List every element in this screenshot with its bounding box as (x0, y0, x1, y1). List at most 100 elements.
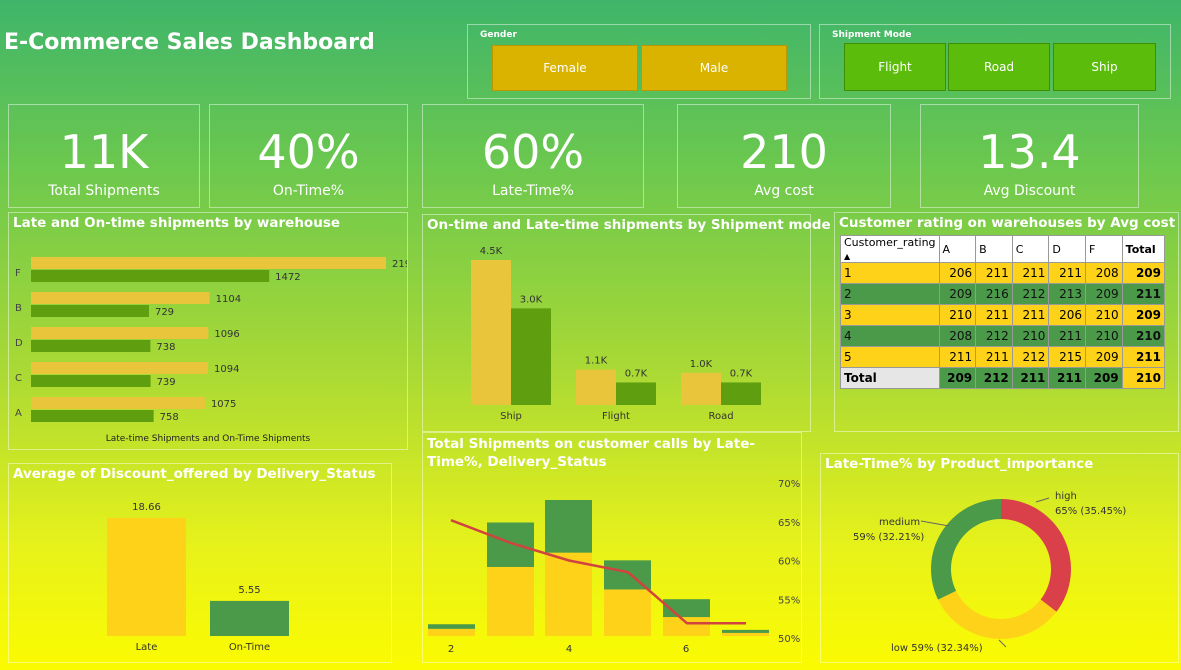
column-header[interactable]: Total (1121, 235, 1166, 263)
table-cell: 209 (1085, 283, 1123, 305)
on-time-bar[interactable] (210, 600, 289, 636)
discount-chart-panel: Average of Discount_offered by Delivery_… (8, 463, 392, 663)
column-header[interactable]: Customer_rating ▲ (840, 235, 940, 263)
table-cell: 206 (938, 262, 977, 284)
late-bar[interactable] (31, 362, 209, 374)
data-label: 729 (155, 307, 174, 318)
data-label: 1.0K (690, 359, 713, 370)
data-label: 0.7K (730, 368, 753, 379)
table-cell: 211 (1011, 304, 1050, 326)
on-time-bar[interactable] (31, 305, 149, 317)
kpi-avg-discount: 13.4 Avg Discount (920, 104, 1139, 208)
table-cell: 212 (1011, 346, 1050, 368)
donut-slice-medium[interactable] (931, 499, 1001, 600)
on-time-stack-bar[interactable] (722, 629, 769, 633)
table-cell: 213 (1048, 283, 1087, 305)
late-bar[interactable] (31, 397, 205, 409)
on-time-stack-bar[interactable] (428, 624, 475, 629)
data-label: 5.55 (238, 585, 260, 596)
table-cell: 216 (975, 283, 1013, 305)
gender-male-button[interactable]: Male (641, 45, 787, 91)
shipment-mode-bar-chart: 4.5K 3.0K Ship 1.1K 0.7K Flight 1.0K 0.7K Road (471, 246, 761, 422)
late-bar[interactable] (31, 327, 209, 339)
table-cell: 210 (1121, 325, 1166, 347)
data-label: 739 (157, 377, 176, 388)
table-cell: 1 (840, 262, 940, 284)
on-time-bar[interactable] (31, 375, 151, 387)
gender-slicer: Gender Female Male (467, 24, 811, 99)
on-time-bar[interactable] (616, 382, 656, 405)
data-label: 1104 (216, 294, 241, 305)
on-time-bar[interactable] (721, 382, 761, 405)
data-label: 1075 (211, 399, 236, 410)
late-bar[interactable] (31, 292, 210, 304)
y2-tick-label: 50% (778, 634, 800, 645)
late-bar[interactable] (681, 372, 721, 405)
late-stack-bar[interactable] (604, 589, 651, 636)
data-label: 3.0K (520, 294, 543, 305)
customer-calls-chart-panel: Total Shipments on customer calls by Lat… (422, 432, 802, 663)
y2-tick-label: 70% (778, 479, 800, 490)
table-cell: 211 (938, 346, 977, 368)
donut-slice-low[interactable] (938, 590, 1057, 639)
on-time-stack-bar[interactable] (487, 522, 534, 567)
rating-matrix-table: Customer_rating ▲ A B C D F Total 1 206 21… (840, 235, 1166, 389)
on-time-bar[interactable] (511, 308, 551, 405)
kpi-total-shipments: 11K Total Shipments (8, 104, 200, 208)
table-cell: 210 (1085, 304, 1123, 326)
column-header[interactable]: D (1048, 235, 1087, 263)
x-tick-label: 6 (683, 644, 689, 655)
table-cell: 215 (1048, 346, 1087, 368)
gender-slicer-label: Gender (480, 30, 517, 40)
table-cell: 210 (938, 304, 977, 326)
data-label: 1.1K (585, 356, 608, 367)
x-tick-label: Ship (500, 411, 522, 422)
slice-value-label: 59% (32.21%) (853, 532, 924, 543)
on-time-bar[interactable] (31, 340, 151, 352)
column-header[interactable]: C (1011, 235, 1050, 263)
column-header[interactable]: F (1085, 235, 1123, 263)
y2-tick-label: 65% (778, 518, 800, 529)
x-axis-label: Late-time Shipments and On-Time Shipment… (105, 434, 311, 444)
column-header[interactable]: A (938, 235, 977, 263)
product-importance-chart-panel: Late-Time% by Product_importance high 65%… (820, 453, 1179, 663)
kpi-label: Total Shipments (48, 183, 160, 199)
table-cell: 208 (938, 325, 977, 347)
mode-flight-button[interactable]: Flight (844, 43, 946, 91)
kpi-value: 40% (257, 125, 360, 179)
late-stack-bar[interactable] (722, 632, 769, 636)
table-cell: 211 (1011, 262, 1050, 284)
late-stack-bar[interactable] (428, 628, 475, 636)
late-bar[interactable] (31, 257, 386, 269)
table-cell: 210 (1085, 325, 1123, 347)
on-time-bar[interactable] (31, 410, 154, 422)
late-stack-bar[interactable] (545, 552, 592, 636)
table-total-cell: 209 (938, 367, 977, 389)
table-cell: 211 (975, 262, 1013, 284)
late-bar[interactable] (107, 518, 186, 636)
mode-road-button[interactable]: Road (948, 43, 1050, 91)
shipment-mode-slicer: Shipment Mode Flight Road Ship (819, 24, 1171, 99)
table-cell: 209 (1121, 262, 1166, 284)
x-tick-label: Flight (602, 411, 630, 422)
late-stack-bar[interactable] (663, 617, 710, 636)
on-time-stack-bar[interactable] (545, 500, 592, 553)
customer-calls-combo-chart: 2 4 6 70% 65% 60% 55% 50% (428, 479, 800, 655)
late-stack-bar[interactable] (487, 566, 534, 636)
dashboard-title: E-Commerce Sales Dashboard (4, 30, 375, 55)
leader-line (1035, 497, 1050, 503)
kpi-value: 11K (59, 125, 149, 179)
data-label: 758 (160, 412, 179, 423)
table-cell: 212 (1011, 283, 1050, 305)
table-cell: 211 (1121, 283, 1166, 305)
x-tick-label: On-Time (229, 642, 270, 653)
late-bar[interactable] (471, 260, 511, 405)
mode-ship-button[interactable]: Ship (1053, 43, 1156, 91)
column-header[interactable]: B (975, 235, 1013, 263)
late-bar[interactable] (576, 369, 616, 405)
data-label: 0.7K (625, 368, 648, 379)
on-time-bar[interactable] (31, 270, 270, 282)
gender-female-button[interactable]: Female (492, 45, 638, 91)
table-row: 2 209 216 212 213 209 211 (840, 283, 1166, 305)
table-header-row: Customer_rating ▲ A B C D F Total (840, 235, 1166, 263)
